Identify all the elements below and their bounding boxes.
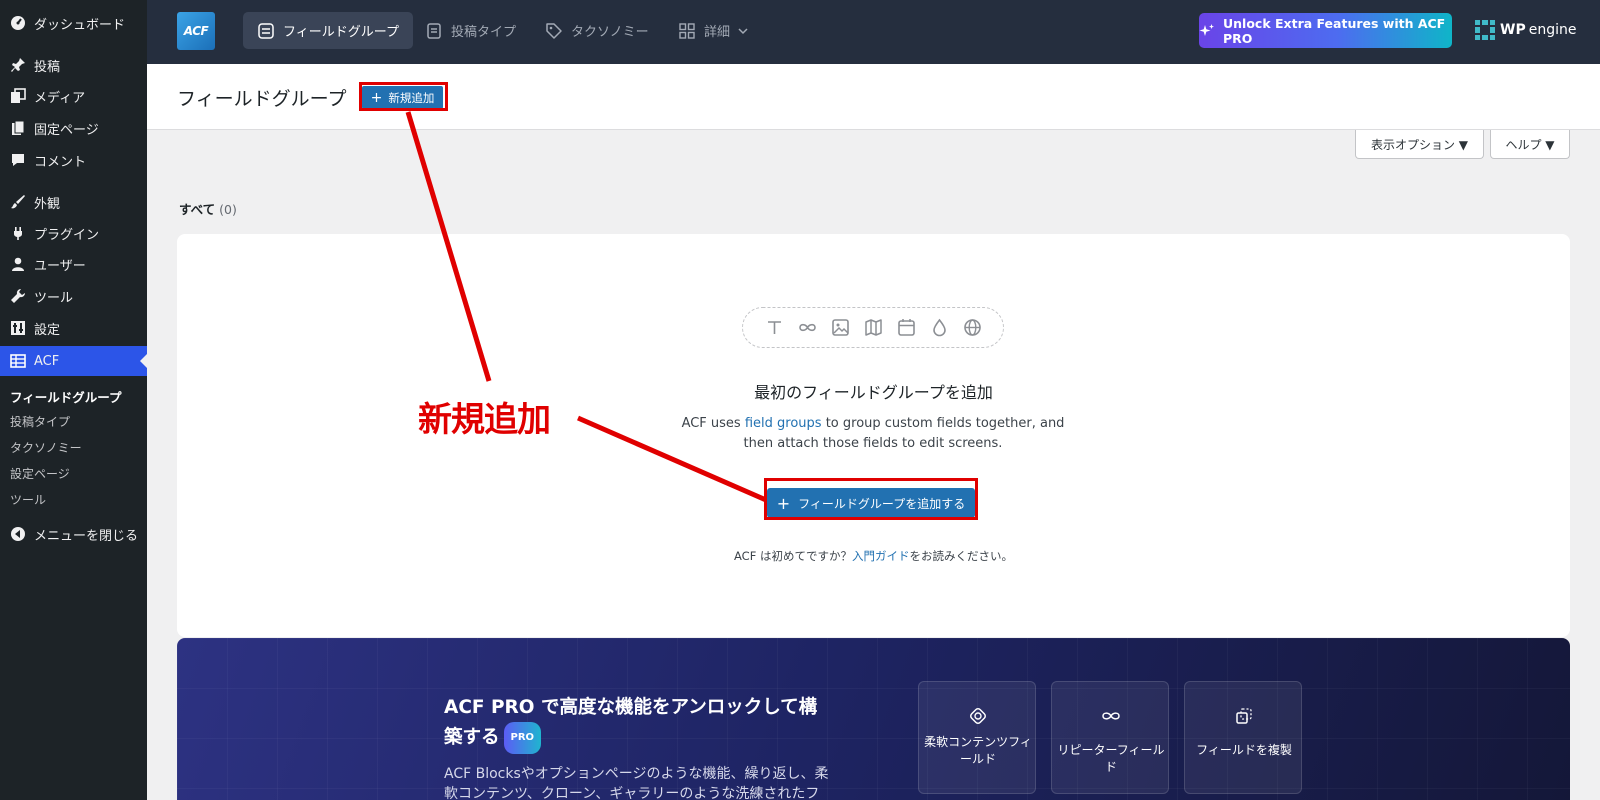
annotation-line-to-add-group [577,415,767,503]
annotation-label: 新規追加 [418,400,551,440]
annotation-line-to-add-new [405,111,492,382]
annotation-arrows [405,111,767,503]
